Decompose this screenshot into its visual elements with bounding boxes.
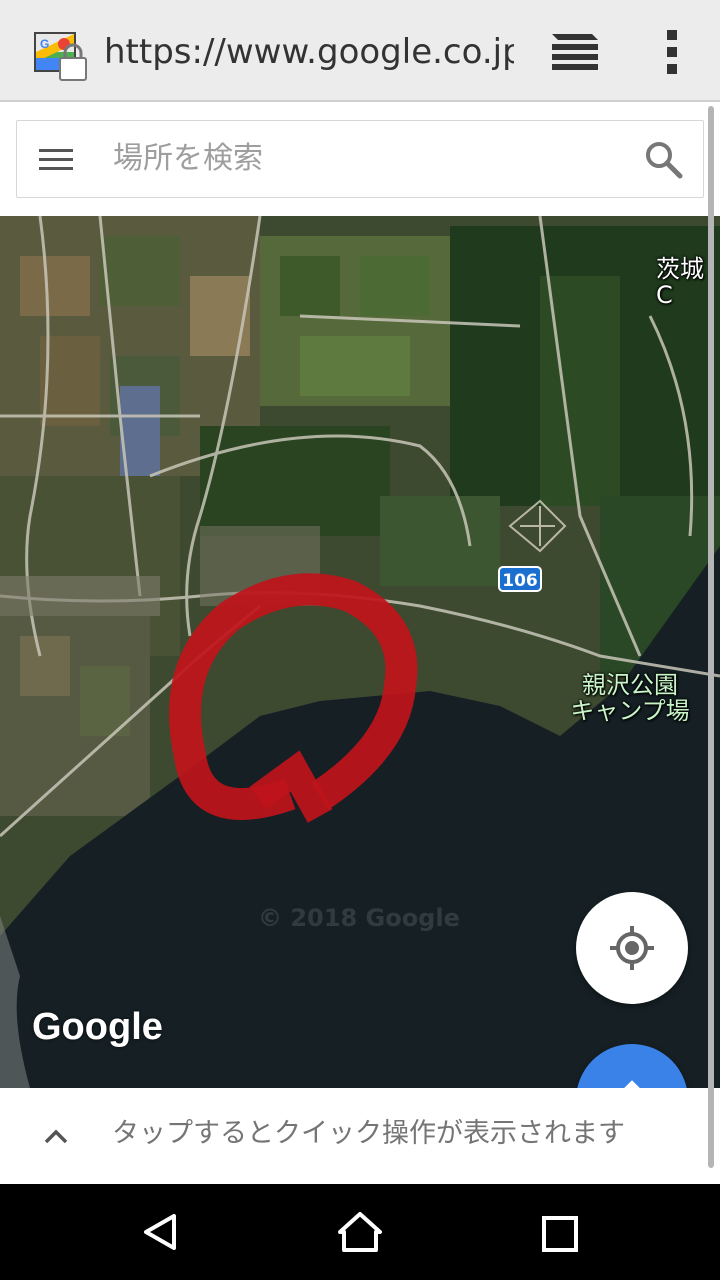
back-icon[interactable] bbox=[138, 1210, 182, 1258]
route-106-shield: 106 bbox=[498, 566, 542, 592]
map-watermark: © 2018 Google bbox=[258, 904, 460, 932]
chevron-up-icon[interactable] bbox=[42, 1122, 70, 1150]
tabs-icon[interactable] bbox=[548, 30, 602, 74]
search-input[interactable]: 場所を検索 bbox=[113, 137, 263, 181]
maps-page: 場所を検索 茨城C 親沢公園 キャンプ場 106 © 2018 Google G… bbox=[0, 102, 720, 1184]
search-box[interactable]: 場所を検索 bbox=[16, 120, 704, 198]
search-area: 場所を検索 bbox=[0, 102, 720, 216]
map-label-park-line2: キャンプ場 bbox=[570, 697, 690, 725]
maps-lock-icon[interactable]: G bbox=[34, 32, 90, 84]
search-icon[interactable] bbox=[643, 139, 685, 181]
svg-text:G: G bbox=[40, 37, 49, 51]
quick-actions-hint: タップするとクイック操作が表示されます bbox=[112, 1118, 625, 1149]
map-label-park-line1: 親沢公園 bbox=[582, 671, 678, 699]
scrollbar[interactable] bbox=[708, 106, 714, 1168]
browser-toolbar: G https://www.google.co.jp/ bbox=[0, 0, 720, 102]
hamburger-icon[interactable] bbox=[37, 145, 75, 175]
overflow-menu-icon[interactable] bbox=[660, 28, 684, 76]
home-icon[interactable] bbox=[336, 1210, 384, 1258]
quick-actions-bar[interactable]: タップするとクイック操作が表示されます bbox=[0, 1088, 720, 1184]
satellite-map[interactable]: 茨城C 親沢公園 キャンプ場 106 © 2018 Google Google bbox=[0, 216, 720, 1088]
recents-icon[interactable] bbox=[540, 1214, 580, 1258]
url-field[interactable]: https://www.google.co.jp/ bbox=[104, 30, 514, 74]
google-logo: Google bbox=[32, 1006, 163, 1048]
directions-icon bbox=[612, 1080, 652, 1088]
my-location-button[interactable] bbox=[576, 892, 688, 1004]
map-label-park[interactable]: 親沢公園 キャンプ場 bbox=[560, 672, 700, 724]
my-location-icon bbox=[610, 926, 654, 970]
system-nav-bar bbox=[0, 1184, 720, 1280]
